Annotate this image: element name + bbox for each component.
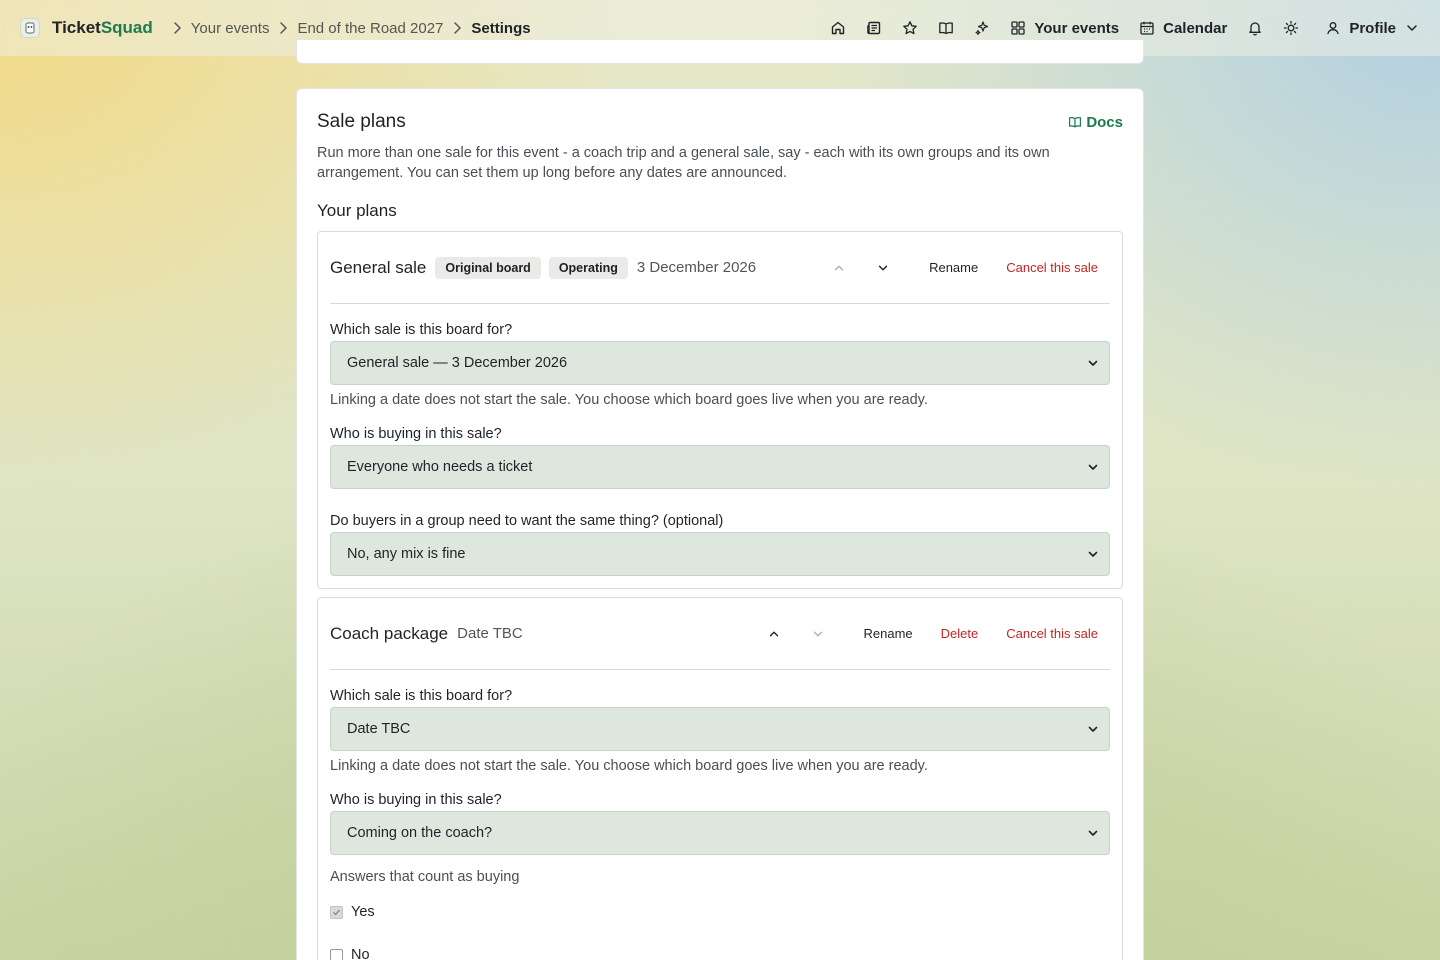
- answer-label: No: [351, 947, 370, 960]
- chevron-down-icon: [1087, 548, 1099, 560]
- move-up-button[interactable]: [821, 254, 857, 282]
- brand[interactable]: TicketSquad: [20, 18, 153, 38]
- chevron-down-icon: [1087, 827, 1099, 839]
- answer-yes[interactable]: Yes: [330, 904, 1110, 920]
- plan-date: 3 December 2026: [636, 259, 757, 276]
- same-thing-label: Do buyers in a group need to want the sa…: [330, 513, 724, 529]
- plan-general-sale: General sale Original board Operating 3 …: [317, 231, 1123, 589]
- move-down-button[interactable]: [865, 254, 901, 282]
- sun-icon[interactable]: [1283, 20, 1299, 36]
- chevron-down-icon: [876, 261, 890, 275]
- plan-name: Coach package: [330, 623, 449, 643]
- answers-label: Answers that count as buying: [330, 869, 520, 885]
- nav-profile[interactable]: Profile: [1325, 20, 1420, 37]
- board-label: Which sale is this board for?: [330, 322, 513, 338]
- cancel-sale-button[interactable]: Cancel this sale: [1006, 260, 1098, 275]
- sparkles-icon[interactable]: [974, 20, 990, 36]
- board-select-value: General sale — 3 December 2026: [347, 355, 568, 371]
- logo-icon: [20, 18, 40, 38]
- board-help: Linking a date does not start the sale. …: [330, 758, 928, 774]
- breadcrumb-your-events[interactable]: Your events: [191, 20, 270, 37]
- move-up-button[interactable]: [756, 620, 792, 648]
- board-select[interactable]: Date TBC: [330, 707, 1110, 751]
- grid-icon: [1010, 20, 1026, 36]
- previous-card: [296, 40, 1144, 64]
- buying-label: Who is buying in this sale?: [330, 426, 502, 442]
- breadcrumb-current: Settings: [471, 19, 531, 37]
- docs-link[interactable]: Docs: [1068, 114, 1123, 131]
- chevron-down-icon: [1087, 461, 1099, 473]
- nav-your-events[interactable]: Your events: [1010, 20, 1119, 37]
- board-select[interactable]: General sale — 3 December 2026: [330, 341, 1110, 385]
- chevron-down-icon: [811, 627, 825, 641]
- buying-select-value: Coming on the coach?: [347, 825, 493, 841]
- home-icon[interactable]: [830, 20, 846, 36]
- plan-coach-package: Coach package Date TBC Rename Delete Can…: [317, 597, 1123, 960]
- move-down-button[interactable]: [800, 620, 836, 648]
- section-title: Your plans: [317, 201, 397, 220]
- board-help: Linking a date does not start the sale. …: [330, 392, 928, 408]
- breadcrumb-event[interactable]: End of the Road 2027: [297, 20, 443, 37]
- plan-name: General sale: [330, 257, 427, 277]
- delete-button[interactable]: Delete: [941, 626, 979, 641]
- buying-label: Who is buying in this sale?: [330, 792, 502, 808]
- newspaper-icon[interactable]: [866, 20, 882, 36]
- answer-label: Yes: [351, 904, 375, 920]
- chevron-down-icon: [1087, 723, 1099, 735]
- badge-operating: Operating: [548, 256, 628, 279]
- plan-date: Date TBC: [457, 625, 523, 642]
- calendar-icon: [1139, 20, 1155, 36]
- card-description: Run more than one sale for this event - …: [317, 145, 1050, 181]
- buying-select[interactable]: Everyone who needs a ticket: [330, 445, 1110, 489]
- checkbox-yes[interactable]: [330, 905, 343, 919]
- same-thing-select[interactable]: No, any mix is fine: [330, 532, 1110, 576]
- checkbox-no[interactable]: [330, 948, 343, 960]
- board-select-value: Date TBC: [347, 721, 411, 737]
- chevron-right-icon: [275, 20, 291, 36]
- sale-plans-card: Sale plans Docs Run more than one sale f…: [296, 88, 1144, 960]
- chevron-up-icon: [767, 627, 781, 641]
- brand-name: TicketSquad: [52, 18, 153, 37]
- answer-no[interactable]: No: [330, 947, 1110, 960]
- bell-icon[interactable]: [1247, 20, 1263, 36]
- rename-button[interactable]: Rename: [929, 260, 978, 275]
- chevron-up-icon: [832, 261, 846, 275]
- chevron-down-icon: [1404, 20, 1420, 36]
- nav-actions: Your events Calendar Profile: [830, 20, 1420, 37]
- same-thing-select-value: No, any mix is fine: [347, 546, 466, 562]
- cancel-sale-button[interactable]: Cancel this sale: [1006, 626, 1098, 641]
- card-title: Sale plans: [317, 111, 406, 132]
- breadcrumb: Your events End of the Road 2027 Setting…: [163, 20, 531, 37]
- user-icon: [1325, 20, 1341, 36]
- chevron-right-icon: [449, 20, 465, 36]
- buying-select[interactable]: Coming on the coach?: [330, 811, 1110, 855]
- star-icon[interactable]: [902, 20, 918, 36]
- book-icon[interactable]: [938, 20, 954, 36]
- rename-button[interactable]: Rename: [864, 626, 913, 641]
- chevron-right-icon: [169, 20, 185, 36]
- buying-select-value: Everyone who needs a ticket: [347, 459, 533, 475]
- board-label: Which sale is this board for?: [330, 688, 513, 704]
- nav-calendar[interactable]: Calendar: [1139, 20, 1227, 37]
- book-icon: [1068, 115, 1082, 129]
- chevron-down-icon: [1087, 357, 1099, 369]
- badge-original-board: Original board: [435, 256, 541, 279]
